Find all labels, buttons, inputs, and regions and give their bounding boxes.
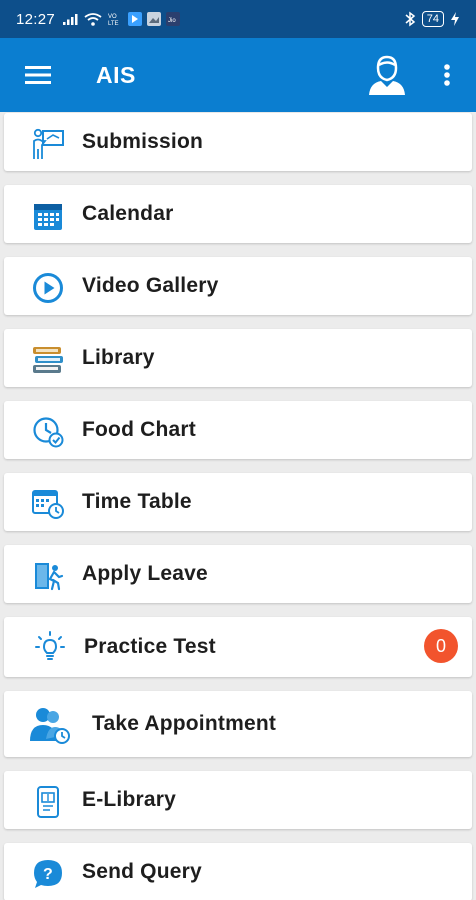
food-clock-icon <box>30 414 66 450</box>
menu-icon <box>25 66 51 84</box>
menu-item-label: Submission <box>82 130 204 153</box>
menu-item-label: Video Gallery <box>82 274 219 297</box>
status-bar: 12:27 VO LTE Jio 74 <box>0 0 476 38</box>
menu-item-label: Time Table <box>82 490 192 513</box>
svg-text:?: ? <box>43 866 53 883</box>
menu-item-submission[interactable]: Submission <box>4 113 472 171</box>
more-options-button[interactable] <box>432 52 462 98</box>
wifi-icon <box>84 12 102 26</box>
menu-item-apply-leave[interactable]: Apply Leave <box>4 545 472 603</box>
play-circle-icon <box>30 270 66 306</box>
battery-level: 74 <box>426 13 439 25</box>
teacher-board-icon <box>30 126 66 162</box>
image-icon <box>147 12 162 26</box>
svg-text:VO: VO <box>108 14 117 20</box>
menu-item-label: Apply Leave <box>82 562 208 585</box>
profile-icon <box>369 55 405 95</box>
svg-text:LTE: LTE <box>108 21 119 26</box>
menu-item-label: Practice Test <box>84 635 216 658</box>
e-library-icon <box>30 784 66 820</box>
practice-test-badge: 0 <box>424 629 458 663</box>
status-time: 12:27 <box>16 10 56 28</box>
query-bubble-icon: ? <box>30 856 66 892</box>
menu-item-send-query[interactable]: ? Send Query <box>4 843 472 900</box>
app-bar: AIS <box>0 38 476 112</box>
volte-icon: VO LTE <box>108 14 119 26</box>
menu-item-take-appointment[interactable]: Take Appointment <box>4 691 472 757</box>
bluetooth-icon <box>405 11 415 27</box>
more-vert-icon <box>444 64 450 86</box>
menu-item-label: E-Library <box>82 788 176 811</box>
menu-item-time-table[interactable]: Time Table <box>4 473 472 531</box>
signal-icon <box>63 14 78 25</box>
menu-item-label: Calendar <box>82 202 174 225</box>
exit-door-icon <box>30 558 66 594</box>
timetable-icon <box>30 486 66 522</box>
app-title: AIS <box>96 61 136 88</box>
menu-item-label: Library <box>82 346 155 369</box>
menu-item-label: Food Chart <box>82 418 196 441</box>
menu-item-library[interactable]: Library <box>4 329 472 387</box>
menu-item-food-chart[interactable]: Food Chart <box>4 401 472 459</box>
notification-icon <box>128 12 143 26</box>
svg-text:Jio: Jio <box>168 18 176 24</box>
lightbulb-icon <box>32 629 68 665</box>
menu-item-label: Send Query <box>82 860 202 883</box>
appointment-icon <box>28 705 72 745</box>
books-icon <box>30 342 66 378</box>
menu-item-calendar[interactable]: Calendar <box>4 185 472 243</box>
calendar-icon <box>30 198 66 234</box>
menu-button[interactable] <box>0 38 76 112</box>
battery-icon: 74 <box>421 11 444 27</box>
menu-item-label: Take Appointment <box>92 712 277 735</box>
menu-item-video-gallery[interactable]: Video Gallery <box>4 257 472 315</box>
profile-button[interactable] <box>364 52 410 98</box>
sim-icon: Jio <box>166 12 181 26</box>
menu-item-e-library[interactable]: E-Library <box>4 771 472 829</box>
charging-icon <box>451 12 459 26</box>
menu-item-practice-test[interactable]: Practice Test 0 <box>4 617 472 677</box>
